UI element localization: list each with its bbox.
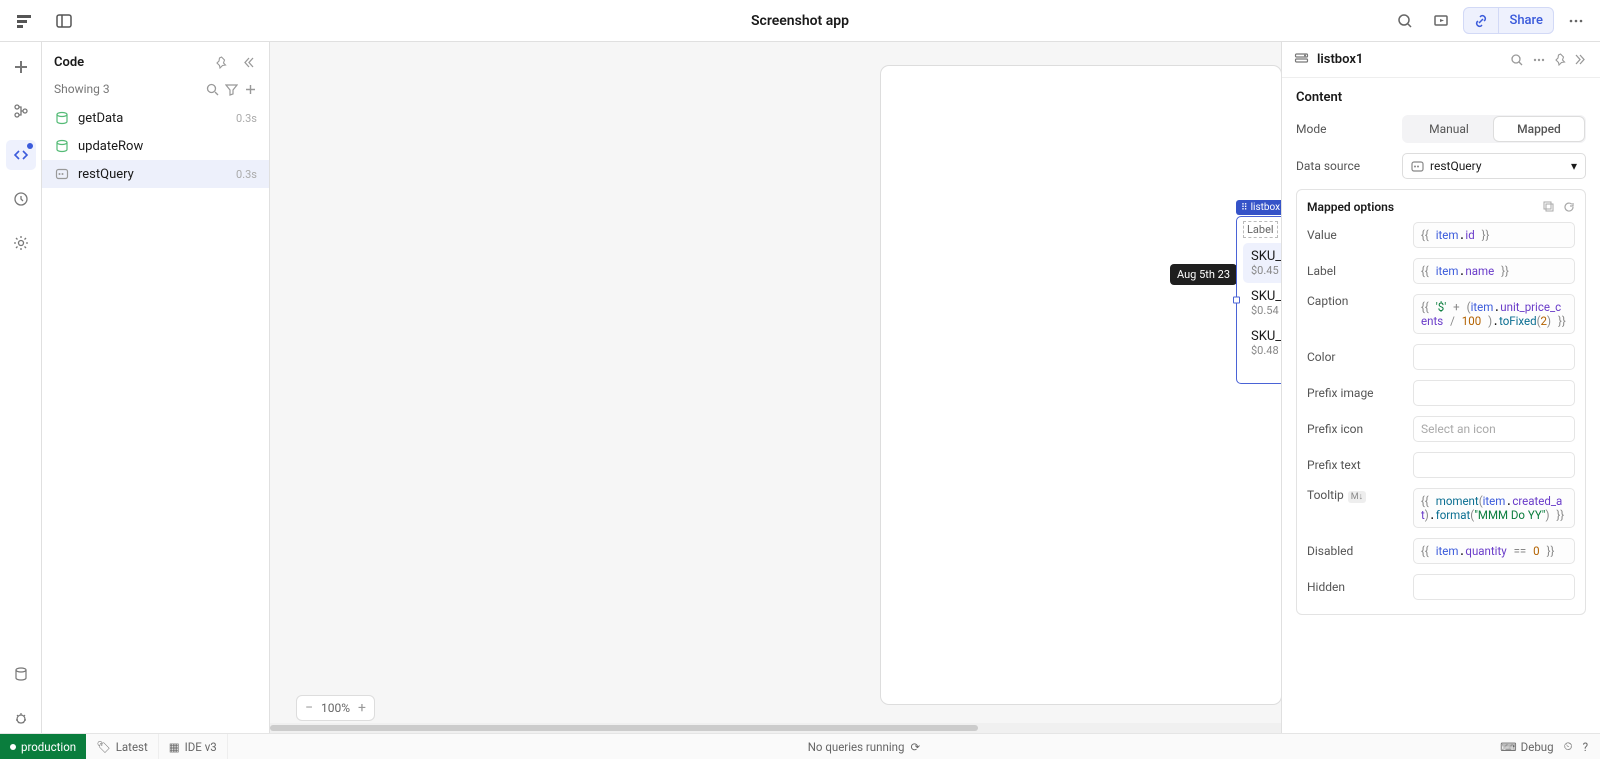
debug-toggle[interactable]: ⌨Debug <box>1500 740 1554 754</box>
component-tag[interactable]: listbox1 <box>1236 200 1281 215</box>
search-icon[interactable] <box>1391 7 1419 35</box>
tooltip-input[interactable]: {{ moment(item.created_at).format("MMM D… <box>1413 488 1575 528</box>
query-status: No queries running⟳ <box>228 740 1500 754</box>
color-input[interactable] <box>1413 344 1575 370</box>
disabled-input[interactable]: {{ item.quantity == 0 }} <box>1413 538 1575 564</box>
rail-settings-icon[interactable] <box>6 228 36 258</box>
chevron-down-icon: ▾ <box>1571 159 1577 173</box>
canvas-frame[interactable] <box>881 66 1281 704</box>
query-item-updateRow[interactable]: updateRow <box>42 132 269 160</box>
query-item-restQuery[interactable]: restQuery0.3s <box>42 160 269 188</box>
mapped-options-title: Mapped options <box>1307 200 1394 214</box>
insp-collapse-icon[interactable] <box>1575 53 1588 67</box>
zoom-control: − 100% + <box>296 695 375 721</box>
pin-icon[interactable] <box>211 52 231 72</box>
keyboard-icon: ⌨ <box>1500 740 1517 754</box>
copy-link-button[interactable] <box>1464 8 1498 33</box>
history-status-icon[interactable]: ⏲ <box>1564 739 1573 754</box>
mode-label: Mode <box>1296 122 1394 136</box>
code-panel-title: Code <box>54 55 84 70</box>
rail-code-icon[interactable] <box>6 140 36 170</box>
showing-count: Showing 3 <box>54 82 110 96</box>
markdown-badge: M↓ <box>1348 491 1366 503</box>
section-content: Content <box>1296 90 1586 105</box>
app-title: Screenshot app <box>751 13 849 29</box>
rail-db-icon[interactable] <box>6 659 36 689</box>
rest-icon <box>1411 160 1424 173</box>
reset-icon[interactable] <box>1563 201 1575 213</box>
listbox-component[interactable]: Label SKU_534$0.45✔SKU_638$0.54SKU_87$0.… <box>1236 216 1281 384</box>
resize-handle-left[interactable] <box>1233 297 1240 304</box>
listbox-label: Label <box>1243 221 1278 238</box>
ide-version[interactable]: ▦IDE v3 <box>159 734 228 759</box>
search-queries-icon[interactable] <box>206 83 219 96</box>
insp-search-icon[interactable] <box>1510 53 1524 67</box>
query-type-icon <box>54 166 70 182</box>
zoom-out-button[interactable]: − <box>305 700 313 716</box>
prefix-icon-input[interactable]: Select an icon <box>1413 416 1575 442</box>
datasource-select[interactable]: restQuery ▾ <box>1402 153 1586 179</box>
datasource-label: Data source <box>1296 159 1394 173</box>
help-icon[interactable]: ? <box>1583 740 1588 754</box>
prefix-image-input[interactable] <box>1413 380 1575 406</box>
listbox-item[interactable]: SKU_87$0.48 <box>1243 323 1281 363</box>
rail-debug-icon[interactable] <box>6 703 36 733</box>
mode-toggle[interactable]: Manual Mapped <box>1402 115 1586 143</box>
inspector-component-name[interactable]: listbox1 <box>1317 52 1502 67</box>
rail-add-icon[interactable] <box>6 52 36 82</box>
insp-pin-icon[interactable] <box>1554 53 1567 67</box>
collapse-icon[interactable] <box>237 52 257 72</box>
label-input[interactable]: {{ item.name }} <box>1413 258 1575 284</box>
rail-history-icon[interactable] <box>6 184 36 214</box>
canvas-scrollbar[interactable] <box>270 723 1281 733</box>
more-menu-icon[interactable] <box>1562 7 1590 35</box>
mode-manual[interactable]: Manual <box>1404 117 1494 141</box>
prefix-text-input[interactable] <box>1413 452 1575 478</box>
caption-input[interactable]: {{ '$' + (item.unit_price_cents / 100 ).… <box>1413 294 1575 334</box>
zoom-in-button[interactable]: + <box>358 700 366 716</box>
copy-icon[interactable] <box>1543 201 1555 213</box>
version-latest[interactable]: 🏷Latest <box>86 734 159 759</box>
mode-mapped[interactable]: Mapped <box>1494 117 1584 141</box>
query-item-getData[interactable]: getData0.3s <box>42 104 269 132</box>
query-type-icon <box>54 138 70 154</box>
share-button[interactable]: Share <box>1498 8 1553 33</box>
listbox-item[interactable]: SKU_638$0.54 <box>1243 283 1281 323</box>
rail-tree-icon[interactable] <box>6 96 36 126</box>
query-type-icon <box>54 110 70 126</box>
hidden-input[interactable] <box>1413 574 1575 600</box>
refresh-icon[interactable]: ⟳ <box>910 740 920 754</box>
tag-icon: 🏷 <box>96 740 111 754</box>
component-type-icon <box>1294 52 1309 67</box>
add-query-icon[interactable] <box>244 83 257 96</box>
tooltip-popup: Aug 5th 23 <box>1170 264 1237 285</box>
filter-icon[interactable] <box>225 83 238 96</box>
preview-icon[interactable] <box>1427 7 1455 35</box>
ide-icon: ▦ <box>169 740 180 754</box>
listbox-item[interactable]: SKU_534$0.45✔ <box>1243 243 1281 283</box>
zoom-level: 100% <box>321 701 350 715</box>
insp-more-icon[interactable] <box>1532 53 1546 67</box>
env-badge[interactable]: production <box>0 734 86 759</box>
toggle-panels-icon[interactable] <box>50 7 78 35</box>
value-input[interactable]: {{ item.id }} <box>1413 222 1575 248</box>
app-menu-icon[interactable] <box>10 7 38 35</box>
